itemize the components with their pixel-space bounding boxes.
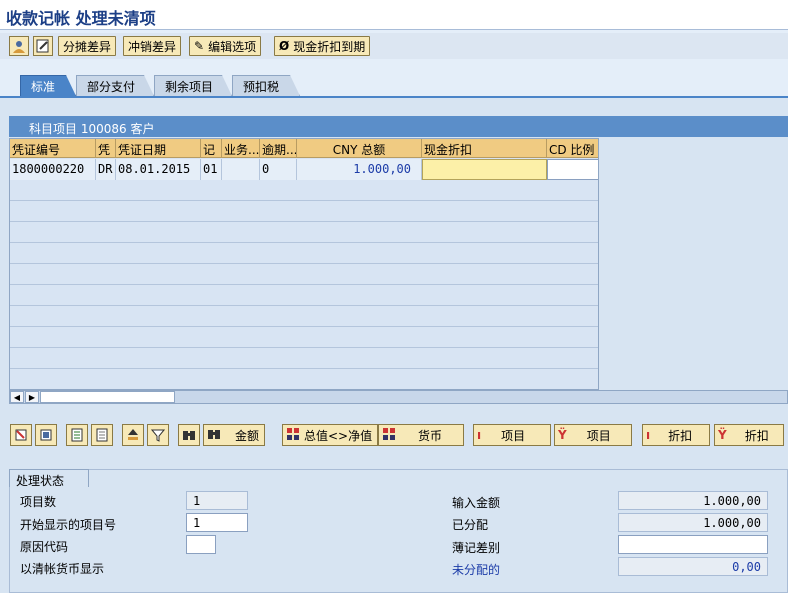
table-row [10,327,598,348]
processing-status-title: 处理状态 [9,469,89,488]
distribute-difference-button[interactable]: 分摊差异 [58,36,117,56]
deactivate-items-icon[interactable] [91,424,113,446]
cell-cd-rate-input[interactable] [547,159,598,180]
activate-items-icon[interactable] [66,424,88,446]
gross-net-label: 总值<>净值 [304,428,373,443]
entered-amount-label: 输入金额 [452,496,501,510]
item-marker-icon-2: Ÿ [558,428,567,442]
col-total-amount[interactable]: CNY 总额 [297,139,422,158]
no-discount-icon: Ø [279,39,290,53]
discount-button-2[interactable]: Ÿ 折扣 [714,424,784,446]
grid-color-icon [286,427,300,444]
first-item-input[interactable]: 1 [186,513,248,532]
col-cash-discount[interactable]: 现金折扣 [422,139,547,158]
sort-icon[interactable] [122,424,144,446]
discount-label-2: 折扣 [744,428,769,443]
scroll-thumb[interactable] [40,391,175,403]
grid-title: 科目项目 100086 客户 [9,116,788,137]
cell-cash-discount-input[interactable] [422,159,547,180]
table-row [10,222,598,243]
edit-options-button[interactable]: ✎ 编辑选项 [189,36,262,56]
user-icon[interactable] [9,36,29,56]
find-icon[interactable] [178,424,200,446]
tab-partial-payment[interactable]: 部分支付 [76,75,154,96]
table-row [10,306,598,327]
scroll-right-icon[interactable]: ▶ [25,391,39,403]
table-row [10,348,598,369]
items-button-1[interactable]: ı 项目 [473,424,551,446]
amount-button[interactable]: 金额 [203,424,265,446]
tab-withholding-tax[interactable]: 预扣税 [232,75,300,96]
tab-standard[interactable]: 标准 [20,75,76,96]
items-label-1: 项目 [501,428,526,443]
assigned-label: 已分配 [452,518,489,532]
pencil-icon: ✎ [194,39,205,53]
discount-marker-icon-2: Ÿ [718,428,727,442]
table-row [10,180,598,201]
table-row [10,369,598,389]
table-row[interactable]: 1800000220 DR 08.01.2015 01 0 1.000,00 [10,159,598,180]
page-title: 收款记帐 处理未清项 [6,9,156,28]
horizontal-scrollbar[interactable]: ◀ ▶ [9,390,788,404]
items-button-2[interactable]: Ÿ 项目 [554,424,632,446]
difference-postings-input[interactable] [618,535,768,554]
entered-amount-value: 1.000,00 [618,491,768,510]
currency-grid-icon [382,427,396,444]
cell-total-amount[interactable]: 1.000,00 [297,159,422,180]
col-cd-rate[interactable]: CD 比例 [547,139,598,158]
discount-button-1[interactable]: ı 折扣 [642,424,710,446]
cell-overdue[interactable]: 0 [260,159,297,180]
table-row [10,243,598,264]
write-off-difference-button[interactable]: 冲销差异 [123,36,182,56]
cell-posting-key[interactable]: 01 [201,159,222,180]
items-label-2: 项目 [586,428,611,443]
item-count-value: 1 [186,491,248,510]
item-count-label: 项目数 [20,495,57,509]
unassigned-value: 0,00 [618,557,768,576]
col-business-area[interactable]: 业务... [222,139,260,158]
deselect-all-icon[interactable] [35,424,57,446]
cell-doc-number[interactable]: 1800000220 [10,159,96,180]
gross-net-button[interactable]: 总值<>净值 [282,424,378,446]
reason-code-input[interactable] [186,535,216,554]
table-row [10,285,598,306]
amount-label: 金额 [235,428,260,443]
first-item-label: 开始显示的项目号 [20,518,117,532]
edit-icon[interactable] [33,36,53,56]
filter-icon[interactable] [147,424,169,446]
cash-discount-label: 现金折扣到期 [293,39,366,54]
col-doc-date[interactable]: 凭证日期 [116,139,201,158]
discount-label-1: 折扣 [668,428,693,443]
difference-postings-label: 薄记差别 [452,541,501,555]
currency-button[interactable]: 货币 [378,424,464,446]
cell-doc-date[interactable]: 08.01.2015 [116,159,201,180]
select-all-icon[interactable] [10,424,32,446]
tab-residual-items[interactable]: 剩余项目 [154,75,232,96]
cell-business-area[interactable] [222,159,260,180]
col-overdue[interactable]: 逾期... [260,139,297,158]
cash-discount-due-button[interactable]: Ø 现金折扣到期 [274,36,371,56]
assigned-value: 1.000,00 [618,513,768,532]
currency-label: 货币 [418,428,443,443]
unassigned-label: 未分配的 [452,563,501,577]
reason-code-label: 原因代码 [20,540,69,554]
table-row [10,264,598,285]
title-bar: 收款记帐 处理未清项 [0,0,788,30]
edit-options-label: 编辑选项 [208,39,257,54]
scroll-left-icon[interactable]: ◀ [10,391,24,403]
col-posting-key[interactable]: 记 [201,139,222,158]
discount-marker-icon: ı [646,428,651,442]
application-toolbar: 分摊差异 冲销差异 ✎ 编辑选项 Ø 现金折扣到期 [0,33,788,59]
table-row [10,201,598,222]
col-doc-number[interactable]: 凭证编号 [10,139,96,158]
find-next-icon [207,427,221,444]
item-marker-icon: ı [477,428,482,442]
open-items-table: 凭证编号 凭 凭证日期 记 业务... 逾期... CNY 总额 现金折扣 CD… [9,138,599,390]
cell-doc-type[interactable]: DR [96,159,116,180]
col-doc-type[interactable]: 凭 [96,139,116,158]
clearing-currency-label: 以清帐货币显示 [20,562,105,576]
